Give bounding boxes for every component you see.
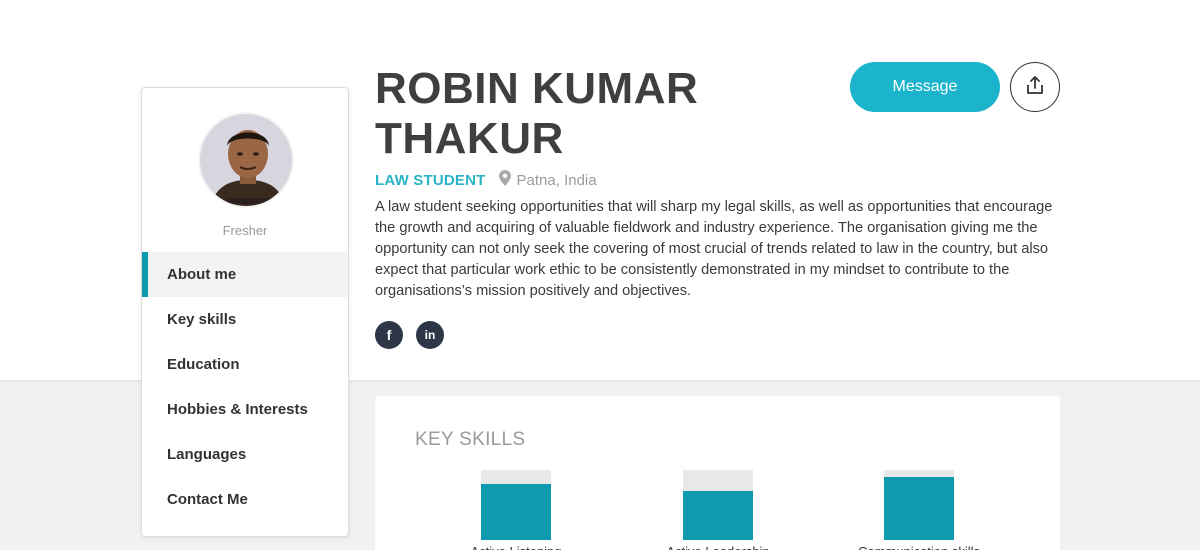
share-icon: [1025, 75, 1045, 100]
profile-name-line1: ROBIN KUMAR: [375, 64, 699, 113]
share-button[interactable]: [1010, 62, 1060, 112]
skill-label: Active Listening: [416, 544, 616, 550]
message-button[interactable]: Message: [850, 62, 1000, 112]
sidebar-item-hobbies[interactable]: Hobbies & Interests: [142, 387, 348, 432]
profile-sidebar: Fresher About me Key skills Education Ho…: [141, 87, 349, 537]
sidebar-item-key-skills[interactable]: Key skills: [142, 297, 348, 342]
sidebar-item-contact[interactable]: Contact Me: [142, 477, 348, 522]
skill-label: Active Leadership: [618, 544, 818, 550]
skill-bar: [481, 470, 551, 540]
key-skills-card: KEY SKILLS Active ListeningActive Leader…: [375, 396, 1060, 550]
location-pin-icon: [498, 170, 511, 190]
avatar: [198, 112, 294, 208]
sidebar-item-education[interactable]: Education: [142, 342, 348, 387]
sidebar-item-about-me[interactable]: About me: [142, 252, 348, 297]
skill-bar: [884, 470, 954, 540]
sidebar-nav: About me Key skills Education Hobbies & …: [142, 252, 348, 522]
skill-bar-fill: [481, 484, 551, 540]
facebook-icon[interactable]: f: [375, 321, 403, 349]
profile-location: Patna, India: [516, 171, 597, 189]
skill-bar-fill: [683, 491, 753, 540]
experience-status: Fresher: [222, 223, 268, 238]
skill-bar-fill: [884, 477, 954, 540]
profile-name: ROBIN KUMAR THAKUR: [375, 64, 698, 164]
key-skills-title: KEY SKILLS: [415, 429, 526, 450]
sidebar-item-languages[interactable]: Languages: [142, 432, 348, 477]
social-links: f in: [375, 321, 444, 349]
profile-bio: A law student seeking opportunities that…: [375, 199, 1053, 299]
profile-name-line2: THAKUR: [375, 114, 564, 163]
skill-bar: [683, 470, 753, 540]
skill-label: Communication skills: [819, 544, 1019, 550]
profile-role: LAW STUDENT: [375, 171, 486, 189]
profile-meta: LAW STUDENT Patna, India: [375, 170, 597, 190]
linkedin-icon[interactable]: in: [416, 321, 444, 349]
